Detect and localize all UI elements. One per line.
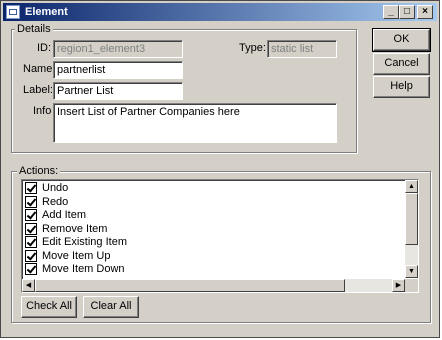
- type-label: Type:: [239, 42, 266, 54]
- help-button-label: Help: [390, 80, 413, 92]
- label-label: Label:: [23, 84, 53, 96]
- checkbox-checked[interactable]: [25, 222, 37, 235]
- checkbox-checked[interactable]: [25, 263, 37, 275]
- check-all-button[interactable]: Check All: [21, 296, 77, 318]
- title-bar[interactable]: Element _ □ ×: [3, 3, 437, 21]
- list-item-label: Undo: [42, 182, 69, 194]
- list-item-label: Remove Item: [42, 222, 108, 235]
- window-title: Element: [25, 6, 68, 18]
- type-field: static list: [267, 40, 337, 58]
- id-label: ID:: [37, 42, 52, 54]
- vertical-scroll-thumb[interactable]: [405, 193, 418, 245]
- list-item[interactable]: Add Item: [25, 209, 405, 223]
- list-item-label: Move Item Up: [42, 249, 111, 262]
- actions-rows: Undo Redo Add Item Remove Item Edit Exis…: [25, 182, 405, 277]
- app-icon: [6, 5, 20, 19]
- element-dialog: Element _ □ × Details ID: region1_elemen…: [0, 0, 440, 338]
- actions-group-label: Actions:: [17, 165, 61, 177]
- vertical-scrollbar[interactable]: ▲ ▼: [405, 180, 418, 278]
- check-all-label: Check All: [26, 300, 72, 312]
- horizontal-scrollbar[interactable]: ◀ ▶: [22, 279, 405, 292]
- scroll-down-icon[interactable]: ▼: [405, 265, 418, 278]
- list-item[interactable]: Move Item Down: [25, 263, 405, 277]
- maximize-button[interactable]: □: [399, 5, 415, 19]
- minimize-button[interactable]: _: [383, 5, 399, 19]
- checkbox-checked[interactable]: [25, 249, 37, 262]
- checkbox-checked[interactable]: [25, 182, 37, 194]
- scroll-up-icon[interactable]: ▲: [405, 180, 418, 193]
- checkbox-checked[interactable]: [25, 236, 37, 248]
- clear-all-button[interactable]: Clear All: [83, 296, 139, 318]
- list-item[interactable]: Undo: [25, 182, 405, 196]
- clear-all-label: Clear All: [90, 300, 132, 312]
- ok-button-label: OK: [393, 33, 410, 45]
- ok-button[interactable]: OK: [372, 28, 431, 52]
- list-item-label: Move Item Down: [42, 263, 125, 275]
- id-field: region1_element3: [53, 40, 183, 58]
- horizontal-scroll-thumb[interactable]: [35, 279, 345, 292]
- name-field[interactable]: partnerlist: [53, 61, 183, 79]
- list-item-label: Add Item: [42, 209, 87, 221]
- name-label: Name:: [23, 63, 56, 75]
- cancel-button-label: Cancel: [384, 57, 419, 69]
- scroll-left-icon[interactable]: ◀: [22, 279, 35, 292]
- cancel-button[interactable]: Cancel: [373, 53, 430, 75]
- checkbox-checked[interactable]: [25, 209, 37, 221]
- list-item-label: Edit Existing Item: [42, 236, 127, 248]
- actions-list[interactable]: Undo Redo Add Item Remove Item Edit Exis…: [21, 179, 419, 293]
- list-item[interactable]: Edit Existing Item: [25, 236, 405, 250]
- checkbox-checked[interactable]: [25, 195, 37, 208]
- label-field[interactable]: Partner List: [53, 82, 183, 100]
- details-group-label: Details: [15, 23, 53, 35]
- scrollbar-corner: [405, 279, 418, 292]
- help-button[interactable]: Help: [373, 76, 430, 98]
- list-item[interactable]: Redo: [25, 195, 405, 210]
- info-label: Info: [33, 105, 52, 117]
- list-item-label: Redo: [42, 195, 69, 208]
- scroll-right-icon[interactable]: ▶: [392, 279, 405, 292]
- info-textarea[interactable]: Insert List of Partner Companies here: [53, 103, 337, 143]
- close-button[interactable]: ×: [417, 5, 433, 19]
- list-item[interactable]: Move Item Up: [25, 249, 405, 264]
- list-item[interactable]: Remove Item: [25, 222, 405, 237]
